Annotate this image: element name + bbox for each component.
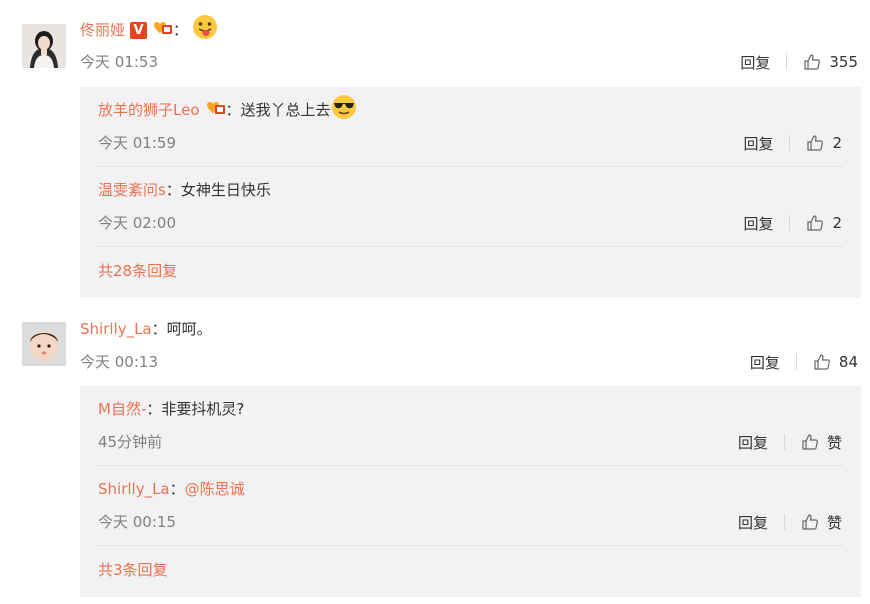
reply-time: 今天 02:00 — [98, 214, 176, 232]
reply-button[interactable]: 回复 — [738, 432, 768, 453]
username-link[interactable]: Shirlly_La — [80, 317, 152, 341]
colon: ： — [151, 320, 167, 338]
divider — [786, 54, 788, 70]
mention-link[interactable]: @陈思诚 — [185, 477, 245, 501]
fan-badge-icon[interactable] — [151, 18, 173, 43]
username-link[interactable]: M自然- — [98, 397, 146, 421]
divider — [98, 246, 843, 247]
reply-line: 温雯紊问s ： 女神生日快乐 — [98, 178, 271, 202]
colon: ： — [225, 101, 241, 119]
comment-line: 佟丽娅 V ： — [80, 14, 218, 43]
reply-actions: 回复 赞 — [738, 510, 842, 534]
reply-line: M自然- ： 非要抖机灵? — [98, 397, 244, 421]
like-count: 84 — [838, 353, 858, 371]
divider — [789, 215, 791, 231]
comment-line: Shirlly_La ： 呵呵。 — [80, 317, 212, 341]
reply-time: 今天 00:15 — [98, 513, 176, 531]
thumbs-up-icon — [802, 434, 818, 450]
reply-actions: 回复 赞 — [738, 430, 842, 454]
like-button[interactable]: 2 — [806, 214, 842, 232]
reply-list: 放羊的狮子Leo ： 送我丫总上去 今天 01:59 回复 2 温雯紊问s ： … — [80, 87, 861, 298]
avatar[interactable] — [22, 322, 66, 366]
tongue-out-emoji-icon — [192, 14, 218, 47]
reply-time: 45分钟前 — [98, 433, 163, 451]
colon: ： — [165, 181, 181, 199]
thumbs-up-icon — [814, 354, 830, 370]
like-count: 2 — [832, 214, 842, 232]
colon: ： — [173, 21, 189, 39]
verified-v-badge-icon[interactable]: V — [130, 21, 148, 39]
reply-text: 送我丫总上去 — [240, 101, 331, 119]
like-count: 2 — [832, 134, 842, 152]
comment-actions: 回复 84 — [750, 350, 858, 374]
username-link[interactable]: 放羊的狮子Leo — [98, 98, 200, 122]
reply-button[interactable]: 回复 — [743, 213, 773, 234]
username-link[interactable]: Shirlly_La — [98, 477, 170, 501]
like-label: 赞 — [826, 513, 842, 532]
like-label: 赞 — [826, 433, 842, 452]
reply-actions: 回复 2 — [743, 211, 842, 235]
like-button[interactable]: 84 — [813, 353, 858, 371]
divider — [98, 166, 843, 167]
reply-text: 非要抖机灵? — [161, 400, 245, 418]
divider — [789, 135, 791, 151]
more-replies-link[interactable]: 共3条回复 — [98, 558, 168, 582]
like-button[interactable]: 赞 — [801, 512, 842, 533]
thumbs-up-icon — [802, 514, 818, 530]
reply-text: 女神生日快乐 — [180, 181, 271, 199]
reply-time: 今天 01:59 — [98, 134, 176, 152]
comment-text: 呵呵。 — [166, 320, 212, 338]
divider — [783, 434, 785, 450]
more-replies-link[interactable]: 共28条回复 — [98, 259, 177, 283]
thumbs-up-icon — [807, 135, 824, 151]
sunglasses-emoji-icon — [331, 94, 357, 127]
divider — [795, 354, 797, 370]
thumbs-up-icon — [807, 215, 824, 231]
colon: ： — [169, 480, 185, 498]
like-button[interactable]: 355 — [803, 53, 858, 71]
reply-actions: 回复 2 — [743, 131, 842, 155]
divider — [98, 545, 843, 546]
reply-button[interactable]: 回复 — [750, 352, 780, 373]
username-link[interactable]: 温雯紊问s — [98, 178, 166, 202]
colon: ： — [146, 400, 162, 418]
comment-time: 今天 00:13 — [80, 353, 158, 371]
thumbs-up-icon — [804, 54, 821, 70]
reply-list: M自然- ： 非要抖机灵? 45分钟前 回复 赞 Shirlly_La ： @陈… — [80, 386, 861, 597]
reply-button[interactable]: 回复 — [743, 133, 773, 154]
comment-time: 今天 01:53 — [80, 53, 158, 71]
reply-line: Shirlly_La ： @陈思诚 — [98, 477, 245, 501]
divider — [98, 465, 843, 466]
reply-button[interactable]: 回复 — [740, 52, 770, 73]
avatar[interactable] — [22, 24, 66, 68]
like-button[interactable]: 2 — [806, 134, 842, 152]
reply-button[interactable]: 回复 — [738, 512, 768, 533]
like-count: 355 — [829, 53, 858, 71]
username-link[interactable]: 佟丽娅 — [80, 18, 125, 42]
comment-actions: 回复 355 — [740, 50, 858, 74]
reply-line: 放羊的狮子Leo ： 送我丫总上去 — [98, 94, 357, 123]
like-button[interactable]: 赞 — [801, 432, 842, 453]
divider — [783, 514, 785, 530]
fan-badge-icon[interactable] — [204, 98, 226, 123]
